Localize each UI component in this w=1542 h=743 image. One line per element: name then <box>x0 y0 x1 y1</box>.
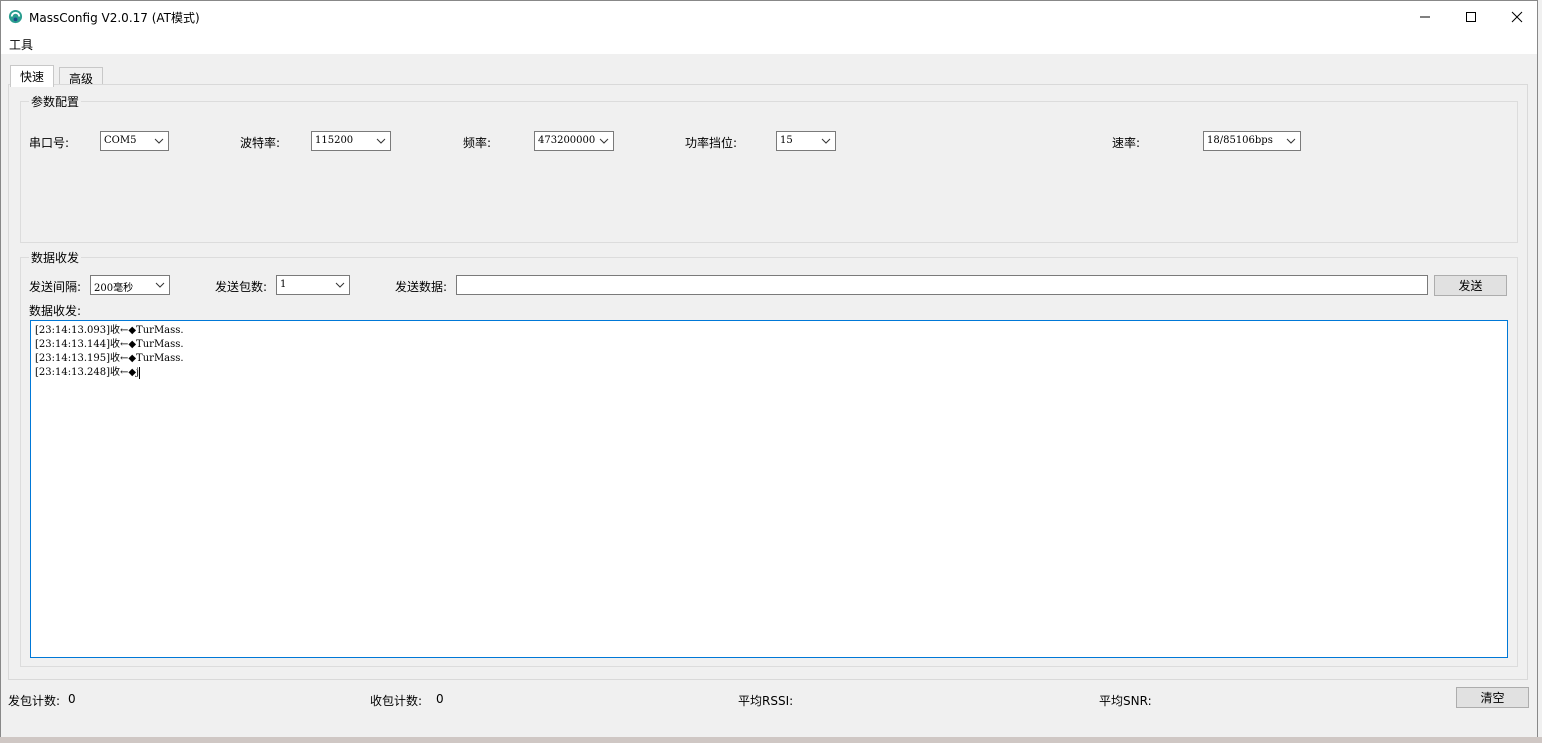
menu-bar: 工具 <box>1 32 1537 54</box>
menu-tools[interactable]: 工具 <box>9 36 33 53</box>
minimize-icon <box>1420 16 1430 17</box>
recv-count-label: 收包计数: <box>370 694 423 708</box>
app-logo-icon <box>8 9 23 24</box>
desktop-background-strip <box>0 737 1542 743</box>
log-textarea[interactable]: [23:14:13.093]收←◆TurMass. [23:14:13.144]… <box>30 320 1508 658</box>
close-icon <box>1511 11 1523 22</box>
chevron-down-icon <box>155 282 165 288</box>
chevron-down-icon <box>335 282 345 288</box>
chevron-down-icon <box>1286 138 1296 144</box>
baud-select[interactable]: 115200 <box>311 131 391 151</box>
chevron-down-icon <box>376 138 386 144</box>
param-config-legend: 参数配置 <box>29 93 82 110</box>
data-transfer-legend: 数据收发 <box>29 249 82 266</box>
chevron-down-icon <box>599 138 609 144</box>
log-line: [23:14:13.093]收←◆TurMass. <box>35 325 184 336</box>
recv-count-value: 0 <box>436 692 444 706</box>
power-value: 15 <box>780 135 793 146</box>
sent-count-label: 发包计数: <box>8 694 61 708</box>
interval-label: 发送间隔: <box>29 280 82 294</box>
interval-select[interactable]: 200毫秒 <box>90 275 170 295</box>
port-value: COM5 <box>104 135 137 146</box>
avg-snr-label: 平均SNR: <box>1099 694 1152 708</box>
window-title: MassConfig V2.0.17 (AT模式) <box>29 11 200 25</box>
sent-count-value: 0 <box>68 692 76 706</box>
tab-quick[interactable]: 快速 <box>10 65 55 87</box>
log-line: [23:14:13.195]收←◆TurMass. <box>35 353 184 364</box>
freq-value: 473200000 <box>538 135 596 146</box>
title-bar[interactable]: MassConfig V2.0.17 (AT模式) <box>1 1 1537 32</box>
maximize-button[interactable] <box>1448 1 1494 32</box>
log-label: 数据收发: <box>29 304 82 318</box>
baud-label: 波特率: <box>240 136 281 150</box>
packet-count-label: 发送包数: <box>215 280 268 294</box>
text-caret <box>139 366 141 379</box>
send-data-label: 发送数据: <box>395 280 448 294</box>
close-button[interactable] <box>1494 1 1540 32</box>
rate-label: 速率: <box>1112 136 1141 150</box>
log-line: [23:14:13.248]收←◆j <box>35 367 140 378</box>
status-bar: 发包计数: 0 收包计数: 0 平均RSSI: 平均SNR: 清空 <box>1 684 1537 714</box>
chevron-down-icon <box>821 138 831 144</box>
param-config-group: 参数配置 串口号: COM5 波特率: 115200 频率: 473200000… <box>20 93 1518 243</box>
power-select[interactable]: 15 <box>776 131 836 151</box>
log-line: [23:14:13.144]收←◆TurMass. <box>35 339 184 350</box>
maximize-icon <box>1466 11 1476 22</box>
send-data-input[interactable] <box>456 275 1428 295</box>
baud-value: 115200 <box>315 135 354 146</box>
minimize-button[interactable] <box>1402 1 1448 32</box>
rate-value: 18/85106bps <box>1207 135 1273 146</box>
app-window: MassConfig V2.0.17 (AT模式) 工具 快速 高级 参数配置 … <box>0 0 1538 741</box>
packet-count-value: 1 <box>280 279 287 290</box>
freq-label: 频率: <box>463 136 492 150</box>
data-transfer-group: 数据收发 发送间隔: 200毫秒 发送包数: 1 发送数据: 发送 数据收发: … <box>20 249 1518 667</box>
send-button[interactable]: 发送 <box>1434 275 1507 296</box>
tab-panel-quick: 参数配置 串口号: COM5 波特率: 115200 频率: 473200000… <box>8 84 1528 680</box>
freq-select[interactable]: 473200000 <box>534 131 614 151</box>
interval-value: 200毫秒 <box>94 283 134 294</box>
port-label: 串口号: <box>29 136 70 150</box>
chevron-down-icon <box>154 138 164 144</box>
power-label: 功率挡位: <box>685 136 738 150</box>
rate-select[interactable]: 18/85106bps <box>1203 131 1301 151</box>
packet-count-select[interactable]: 1 <box>276 275 350 295</box>
clear-button[interactable]: 清空 <box>1456 687 1529 708</box>
avg-rssi-label: 平均RSSI: <box>738 694 794 708</box>
port-select[interactable]: COM5 <box>100 131 169 151</box>
